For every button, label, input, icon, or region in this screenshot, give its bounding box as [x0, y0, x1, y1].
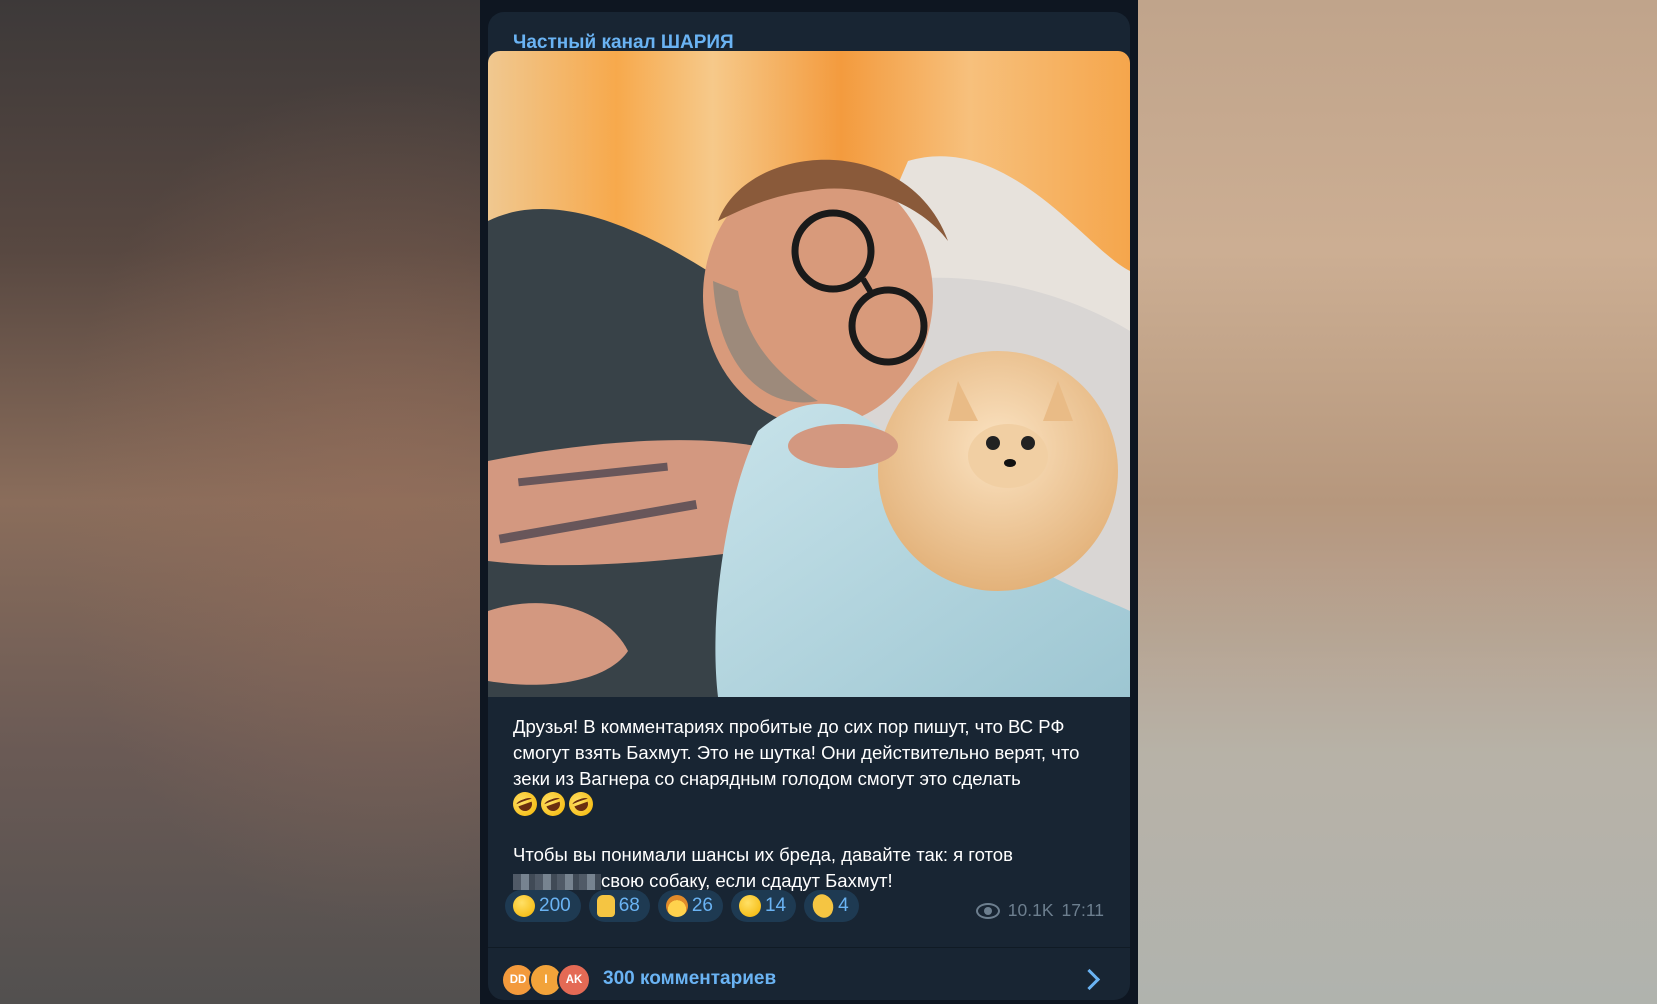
reaction-count: 200 — [539, 895, 571, 916]
commenter-avatars: DD I AK — [501, 963, 591, 997]
reaction-clapping[interactable]: 4 — [804, 890, 859, 922]
chevron-right-icon — [1078, 968, 1101, 990]
reaction-count: 4 — [838, 895, 849, 916]
reaction-exploding-head[interactable]: 26 — [657, 890, 723, 922]
censored-word — [513, 874, 601, 891]
eye-icon — [975, 902, 1000, 919]
photo-illustration — [488, 51, 1130, 697]
blurred-background-right — [1138, 0, 1657, 1004]
view-count: 10.1K — [1007, 900, 1054, 920]
channel-post: Частный канал ШАРИЯ Друзья! В комментари… — [488, 12, 1130, 1000]
exploding-head-emoji-icon — [665, 895, 688, 917]
post-photo[interactable] — [488, 51, 1130, 697]
telegram-chat-area: Частный канал ШАРИЯ Друзья! В комментари… — [480, 0, 1138, 1004]
comments-button[interactable]: DD I AK 300 комментариев — [501, 962, 1111, 997]
post-time: 17:11 — [1061, 900, 1105, 920]
reaction-thumbs-up[interactable]: 68 — [588, 890, 650, 922]
reaction-count: 14 — [764, 895, 787, 916]
reaction-count: 68 — [618, 895, 640, 916]
grinning-emoji-icon — [738, 895, 761, 917]
post-paragraph-1-text: Друзья! В комментариях пробитые до сих п… — [513, 716, 1080, 789]
post-meta: 10.1K 17:11 — [975, 900, 1105, 921]
comments-label: 300 комментариев — [603, 968, 777, 989]
reaction-grinning[interactable]: 14 — [730, 890, 797, 922]
reaction-count: 26 — [691, 895, 713, 916]
post-paragraph-2: Чтобы вы понимали шансы их бреда, давайт… — [513, 842, 1113, 894]
rolling-laughing-emoji-icon — [565, 788, 597, 820]
rolling-laughing-emoji-icon — [509, 788, 541, 820]
post-text: Друзья! В комментариях пробитые до сих п… — [509, 714, 1113, 894]
clapping-hands-emoji-icon — [808, 891, 838, 921]
reaction-rolling-laughing[interactable]: 200 — [505, 890, 581, 922]
post-paragraph-2-end: свою собаку, если сдадут Бахмут! — [601, 870, 893, 891]
post-paragraph-1: Друзья! В комментариях пробитые до сих п… — [513, 714, 1113, 792]
rolling-laughing-emoji-icon — [513, 895, 535, 917]
post-paragraph-2-start: Чтобы вы понимали шансы их бреда, давайт… — [513, 844, 1013, 865]
laughing-emojis — [509, 788, 1113, 820]
thumbs-up-emoji-icon — [596, 895, 615, 917]
blurred-background-left — [0, 0, 480, 1004]
reactions-bar: 200 68 26 14 4 — [505, 890, 859, 922]
rolling-laughing-emoji-icon — [537, 788, 569, 820]
avatar: AK — [557, 963, 591, 997]
comments-divider — [488, 947, 1130, 948]
